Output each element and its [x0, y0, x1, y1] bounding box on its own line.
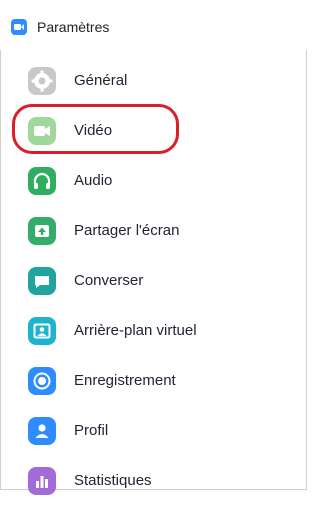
sidebar-item-video[interactable]: Vidéo — [0, 106, 307, 156]
sidebar-item-general[interactable]: Général — [0, 56, 307, 106]
share-screen-icon — [28, 217, 56, 245]
sidebar-item-chat[interactable]: Converser — [0, 256, 307, 306]
sidebar-item-audio[interactable]: Audio — [0, 156, 307, 206]
sidebar-item-label: Vidéo — [74, 122, 113, 139]
gear-icon — [28, 67, 56, 95]
sidebar-item-label: Partager l'écran — [74, 222, 180, 239]
sidebar-item-label: Enregistrement — [74, 372, 176, 389]
sidebar-item-virtual-background[interactable]: Arrière-plan virtuel — [0, 306, 307, 356]
headphones-icon — [28, 167, 56, 195]
sidebar-item-label: Général — [74, 72, 128, 89]
video-camera-icon — [28, 117, 56, 145]
sidebar-item-share-screen[interactable]: Partager l'écran — [0, 206, 307, 256]
sidebar-item-label: Profil — [74, 422, 109, 439]
window-title: Paramètres — [37, 19, 110, 35]
sidebar-item-statistics[interactable]: Statistiques — [0, 456, 307, 506]
sidebar-item-label: Arrière-plan virtuel — [74, 322, 197, 339]
profile-icon — [28, 417, 56, 445]
sidebar-item-label: Converser — [74, 272, 144, 289]
sidebar-item-label: Statistiques — [74, 472, 152, 489]
record-icon — [28, 367, 56, 395]
sidebar-item-label: Audio — [74, 172, 113, 189]
sidebar-item-recording[interactable]: Enregistrement — [0, 356, 307, 406]
title-bar: Paramètres — [0, 0, 307, 50]
sidebar-item-profile[interactable]: Profil — [0, 406, 307, 456]
chat-bubble-icon — [28, 267, 56, 295]
virtual-background-icon — [28, 317, 56, 345]
app-camera-icon — [11, 19, 27, 35]
